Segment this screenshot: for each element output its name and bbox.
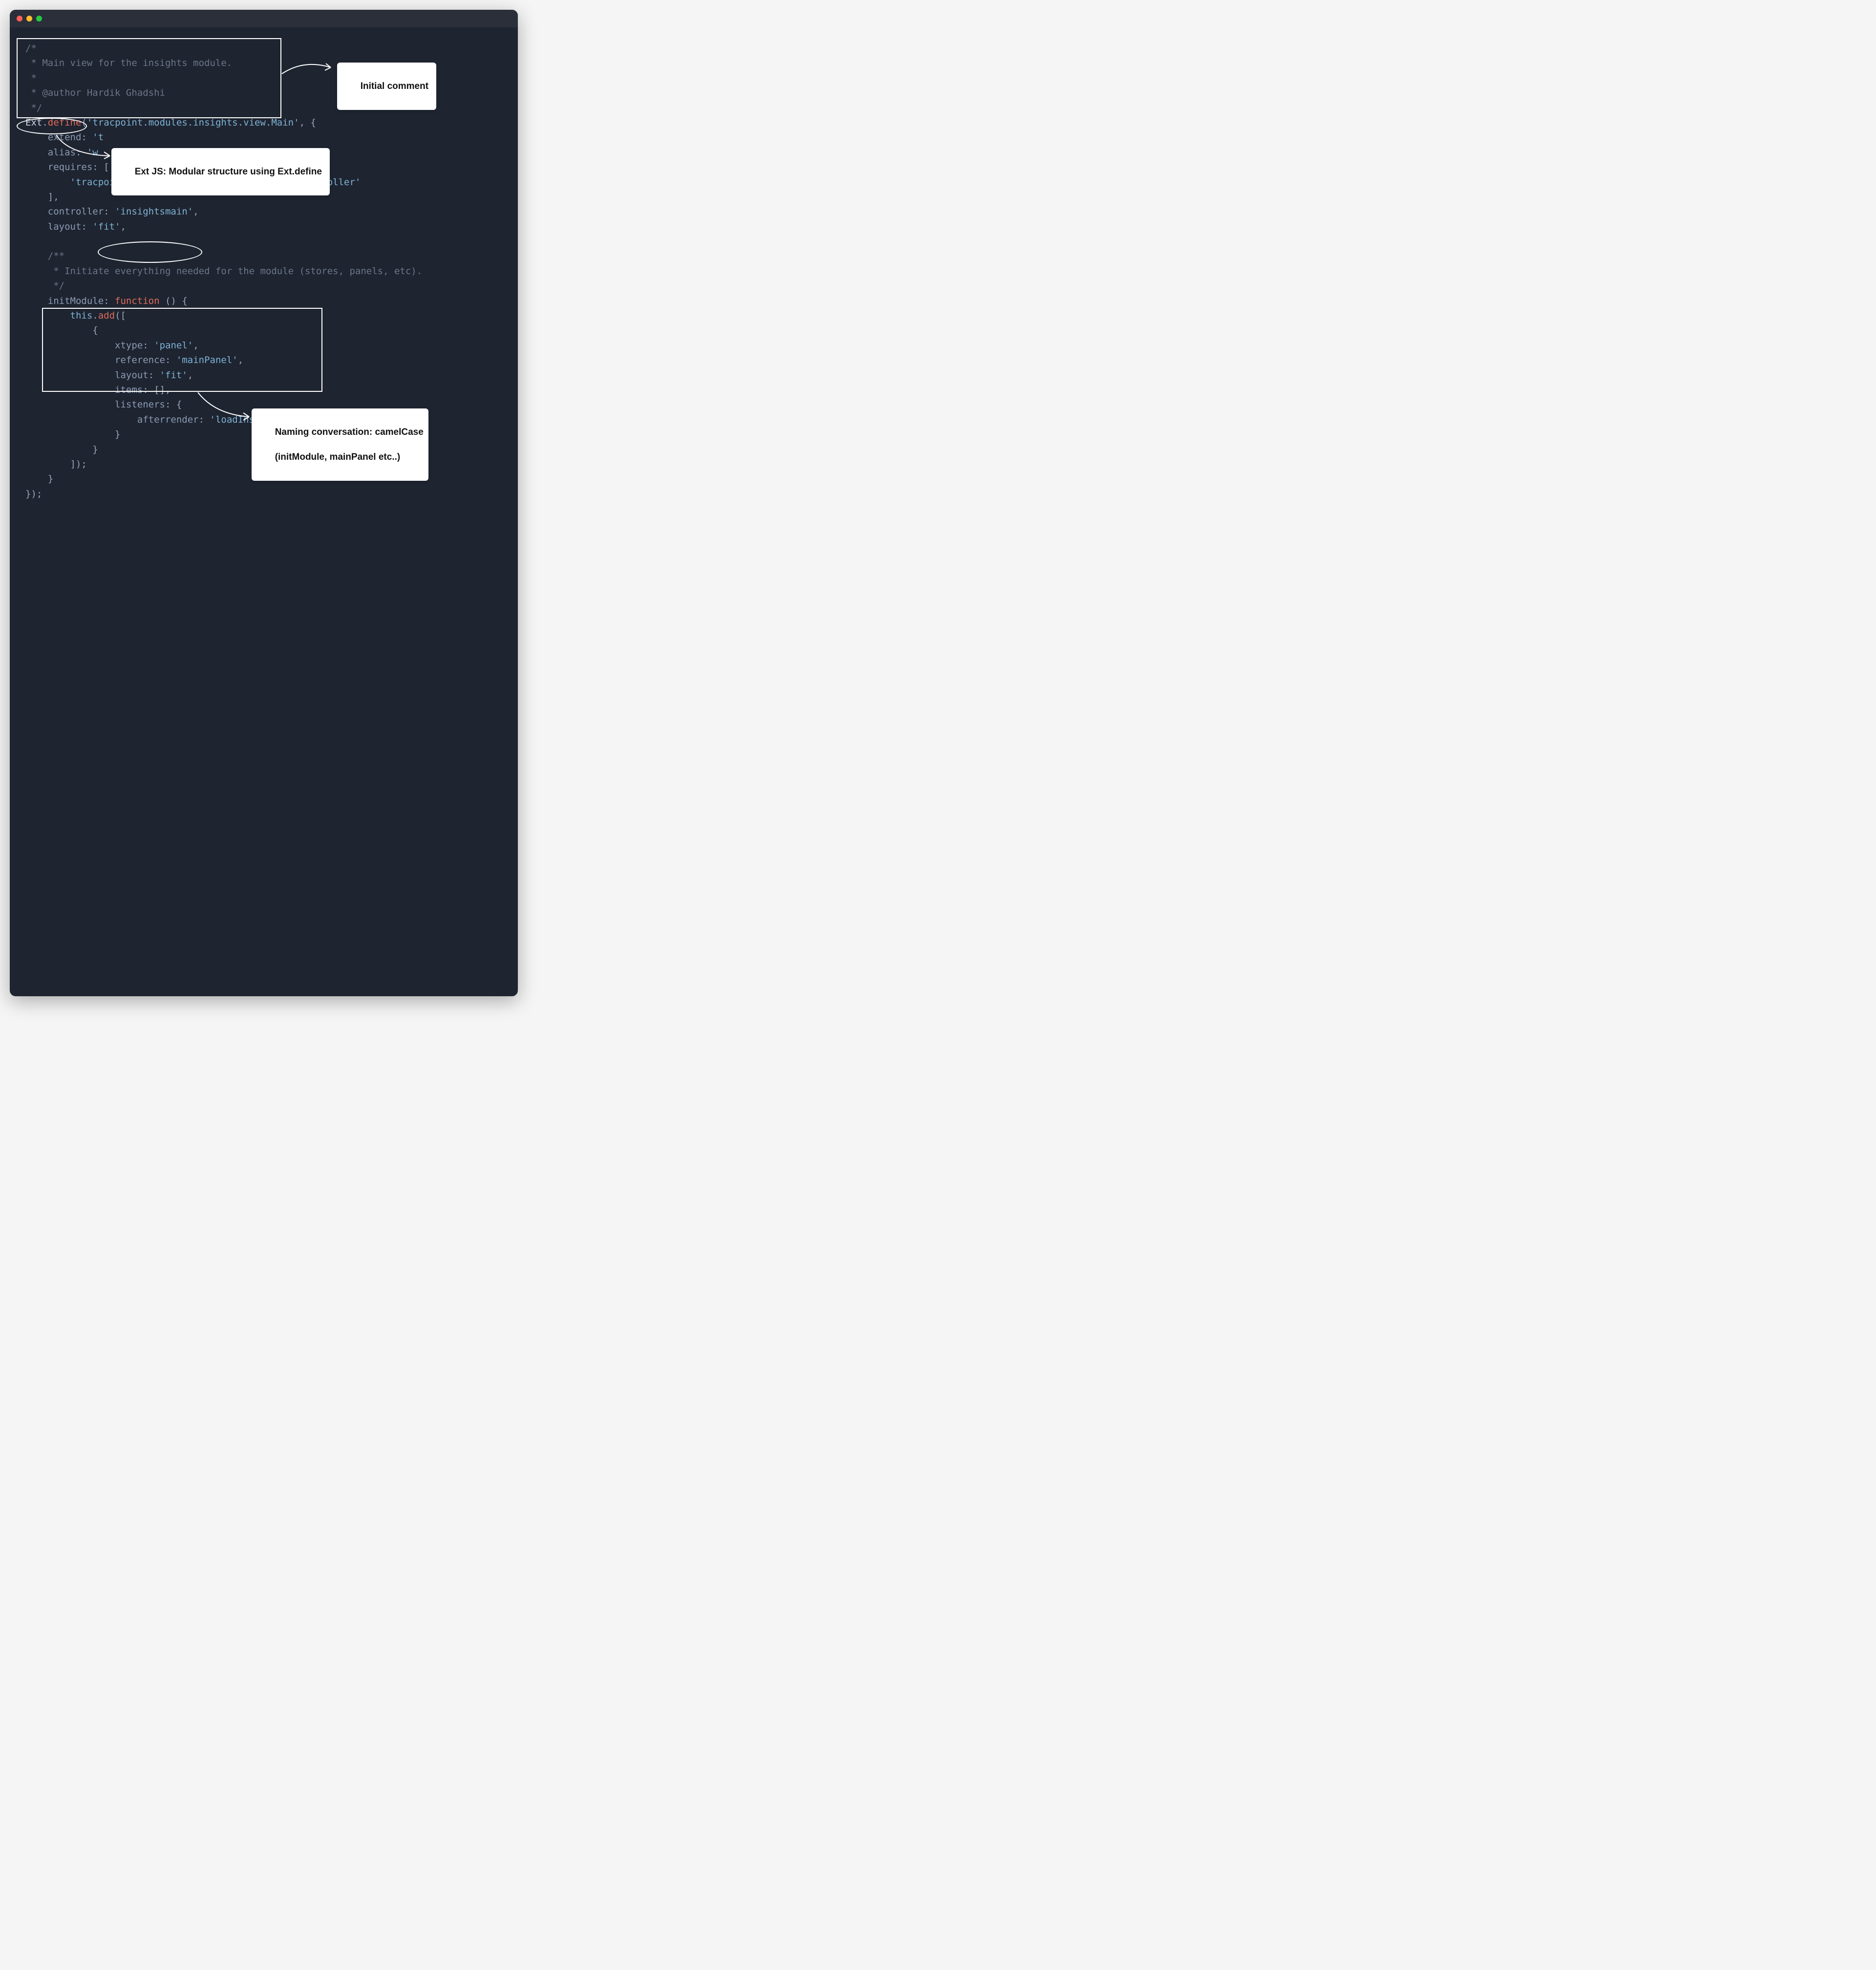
callout-extjs-modular: Ext JS: Modular structure using Ext.defi… — [111, 148, 330, 195]
alias-val: 'w — [87, 147, 98, 158]
this-keyword: this — [70, 310, 93, 321]
define-call: define — [48, 117, 82, 128]
initmodule-key: initModule — [48, 296, 104, 306]
callout-naming: Naming conversation: camelCase (initModu… — [252, 408, 428, 481]
titlebar — [10, 10, 518, 27]
minimize-dot[interactable] — [26, 16, 32, 21]
callout-text: Initial comment — [361, 81, 428, 91]
requires-key: requires — [48, 162, 93, 172]
callout-text-line1: Naming conversation: camelCase — [275, 427, 424, 437]
xtype-val: 'panel' — [154, 340, 193, 351]
afterrender-key: afterrender — [137, 414, 199, 425]
code-area: /* * Main view for the insights module. … — [10, 27, 518, 996]
doc-line: */ — [48, 280, 64, 291]
reference-val: 'mainPanel' — [176, 355, 238, 365]
highlight-box-comment — [17, 38, 281, 118]
comment-line: * Main view for the insights module. — [25, 58, 232, 68]
alias-key: alias — [48, 147, 76, 158]
items-key: items — [115, 385, 143, 395]
doc-line: /** — [48, 251, 64, 261]
ext-global: Ext — [25, 117, 42, 128]
comment-line: * — [25, 73, 37, 84]
comment-line: */ — [25, 103, 42, 113]
arrow-to-initial-comment — [279, 57, 338, 81]
inner-layout-val: 'fit' — [160, 370, 188, 381]
comment-line: /* — [25, 43, 37, 54]
listeners-key: listeners — [115, 399, 165, 410]
extend-key: extend — [48, 132, 82, 143]
code-window: /* * Main view for the insights module. … — [10, 10, 518, 996]
extend-val: 't — [92, 132, 104, 143]
controller-val: 'insightsmain' — [115, 206, 193, 217]
callout-text: Ext JS: Modular structure using Ext.defi… — [135, 167, 322, 177]
layout-val: 'fit' — [92, 221, 120, 232]
layout-key: layout — [48, 221, 82, 232]
class-name: 'tracpoint.modules.insights.view.Main' — [87, 117, 299, 128]
function-keyword: function — [115, 296, 160, 306]
callout-initial-comment: Initial comment — [337, 63, 436, 110]
add-method: add — [98, 310, 115, 321]
inner-layout-key: layout — [115, 370, 149, 381]
close-dot[interactable] — [17, 16, 22, 21]
controller-key: controller — [48, 206, 104, 217]
comment-line: * @author Hardik Ghadshi — [25, 87, 165, 98]
doc-line: * Initiate everything needed for the mod… — [48, 266, 422, 277]
highlight-ellipse-empty — [98, 241, 202, 263]
maximize-dot[interactable] — [36, 16, 42, 21]
xtype-key: xtype — [115, 340, 143, 351]
callout-text-line2: (initModule, mainPanel etc..) — [275, 452, 401, 462]
reference-key: reference — [115, 355, 165, 365]
